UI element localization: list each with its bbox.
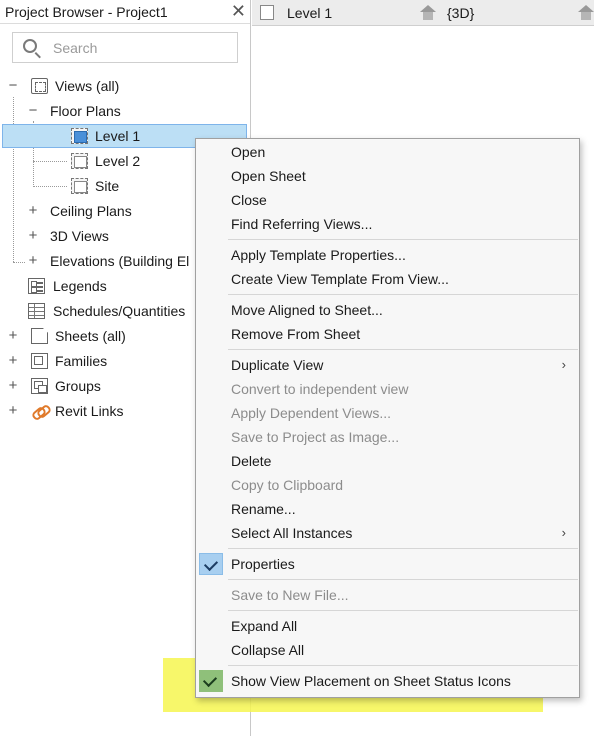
tree-item-label: Views (all) [55, 78, 120, 94]
floor-plan-icon [71, 128, 88, 144]
collapse-icon[interactable]: − [28, 100, 38, 122]
menu-item-delete[interactable]: Delete [196, 449, 579, 473]
tree-item-label: Groups [55, 378, 101, 394]
menu-separator [228, 294, 578, 295]
menu-item-apply-template[interactable]: Apply Template Properties... [196, 243, 579, 267]
groups-icon [31, 378, 48, 394]
expand-icon[interactable]: + [8, 400, 18, 422]
menu-separator [228, 349, 578, 350]
menu-separator [228, 579, 578, 580]
menu-item-open-sheet[interactable]: Open Sheet [196, 164, 579, 188]
collapse-icon[interactable]: − [8, 75, 18, 97]
search-field[interactable] [12, 32, 238, 63]
home-icon[interactable] [578, 5, 594, 20]
checkmark-icon [199, 670, 223, 692]
tree-item-label: 3D Views [50, 228, 109, 244]
menu-separator [228, 239, 578, 240]
project-browser-header: Project Browser - Project1 ✕ [0, 0, 250, 24]
view-tab-strip: Level 1 {3D} [252, 0, 594, 26]
tree-item-label: Schedules/Quantities [53, 303, 186, 319]
search-input[interactable] [53, 39, 223, 56]
context-menu: Open Open Sheet Close Find Referring Vie… [195, 138, 580, 698]
menu-item-label: Select All Instances [231, 525, 353, 541]
chevron-right-icon: › [561, 525, 566, 540]
expand-icon[interactable]: + [8, 375, 18, 397]
search-icon [23, 39, 37, 53]
menu-item-copy-clipboard[interactable]: Copy to Clipboard [196, 473, 579, 497]
expand-icon[interactable]: + [8, 350, 18, 372]
menu-separator [228, 665, 578, 666]
tree-item-label: Level 1 [95, 128, 141, 144]
legend-icon [28, 278, 45, 294]
expand-icon[interactable]: + [28, 225, 38, 247]
expand-icon[interactable]: + [28, 250, 38, 272]
menu-item-open[interactable]: Open [196, 140, 579, 164]
checkmark-icon [199, 553, 223, 575]
tree-item-label: Families [55, 353, 108, 369]
tree-item-label: Elevations (Building El [50, 253, 190, 269]
menu-item-label: Show View Placement on Sheet Status Icon… [231, 673, 511, 689]
menu-item-create-template[interactable]: Create View Template From View... [196, 267, 579, 291]
tab-3d[interactable]: {3D} [417, 0, 567, 26]
menu-item-expand-all[interactable]: Expand All [196, 614, 579, 638]
menu-item-close[interactable]: Close [196, 188, 579, 212]
sheet-icon [31, 328, 48, 344]
tab-level-1[interactable]: Level 1 [252, 0, 412, 26]
expand-icon[interactable]: + [28, 200, 38, 222]
menu-item-move-aligned[interactable]: Move Aligned to Sheet... [196, 298, 579, 322]
tree-item-floor-plans[interactable]: − Floor Plans [0, 100, 250, 122]
tree-item-label: Revit Links [55, 403, 124, 419]
families-icon [31, 353, 48, 369]
tab-label: Level 1 [287, 5, 333, 21]
floor-plan-icon [71, 153, 88, 169]
menu-item-convert-independent[interactable]: Convert to independent view [196, 377, 579, 401]
menu-item-find-referring-views[interactable]: Find Referring Views... [196, 212, 579, 236]
floor-plan-icon [71, 178, 88, 194]
tree-item-label: Level 2 [95, 153, 141, 169]
menu-separator [228, 548, 578, 549]
menu-item-show-view-placement[interactable]: Show View Placement on Sheet Status Icon… [196, 669, 579, 693]
menu-item-label: Properties [231, 556, 295, 572]
floor-plan-icon [260, 5, 274, 20]
chevron-right-icon: › [561, 357, 566, 372]
menu-item-collapse-all[interactable]: Collapse All [196, 638, 579, 662]
schedule-icon [28, 303, 45, 319]
tree-item-label: Legends [53, 278, 107, 294]
tree-item-label: Site [95, 178, 120, 194]
menu-item-properties[interactable]: Properties [196, 552, 579, 576]
menu-separator [228, 610, 578, 611]
menu-item-save-as-image[interactable]: Save to Project as Image... [196, 425, 579, 449]
menu-item-label: Duplicate View [231, 357, 324, 373]
tree-item-label: Sheets (all) [55, 328, 126, 344]
tree-item-label: Floor Plans [50, 103, 121, 119]
tree-item-label: Ceiling Plans [50, 203, 132, 219]
menu-item-apply-dependent[interactable]: Apply Dependent Views... [196, 401, 579, 425]
expand-icon[interactable]: + [8, 325, 18, 347]
project-browser-title: Project Browser - Project1 [5, 3, 168, 20]
views-icon [31, 78, 48, 94]
menu-item-remove-from-sheet[interactable]: Remove From Sheet [196, 322, 579, 346]
tab-label: {3D} [447, 5, 475, 21]
home-icon [420, 5, 436, 20]
menu-item-duplicate-view[interactable]: Duplicate View › [196, 353, 579, 377]
menu-item-save-new-file[interactable]: Save to New File... [196, 583, 579, 607]
menu-item-select-all-instances[interactable]: Select All Instances › [196, 521, 579, 545]
link-icon [31, 403, 48, 419]
close-icon[interactable]: ✕ [231, 1, 246, 21]
menu-item-rename[interactable]: Rename... [196, 497, 579, 521]
tree-item-views-all[interactable]: − Views (all) [0, 75, 250, 97]
